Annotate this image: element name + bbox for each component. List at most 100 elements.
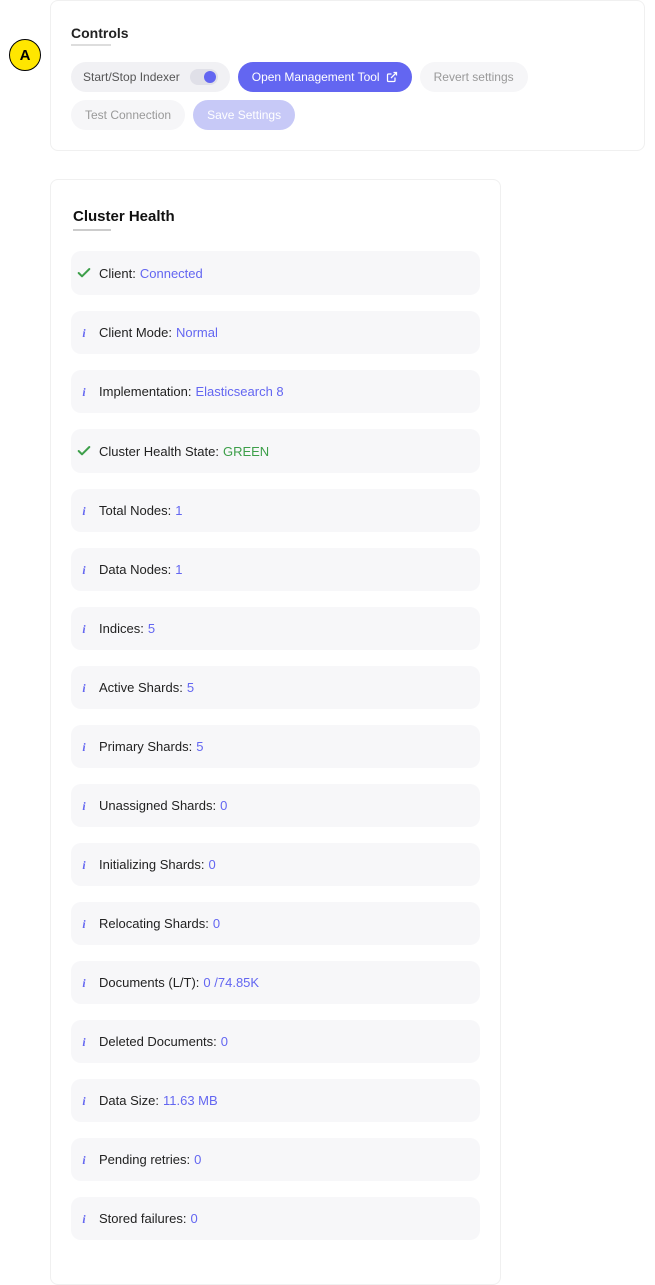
open-management-tool-button[interactable]: Open Management Tool [238,62,412,92]
svg-text:i: i [82,386,86,399]
health-item: i Unassigned Shards: 0 [71,784,480,827]
health-item-label: Active Shards: [99,680,183,695]
health-item-value: 0 [221,1034,228,1049]
health-item: i Data Size: 11.63 MB [71,1079,480,1122]
svg-text:i: i [82,1036,86,1049]
info-icon: i [73,504,95,518]
toggle-label: Start/Stop Indexer [83,70,180,84]
svg-text:i: i [82,859,86,872]
save-settings-button[interactable]: Save Settings [193,100,295,130]
health-item-value: 5 [196,739,203,754]
health-item-label: Stored failures: [99,1211,186,1226]
external-link-icon [386,71,398,83]
svg-text:i: i [82,1213,86,1226]
info-icon: i [73,799,95,813]
info-icon: i [73,563,95,577]
health-item-label: Cluster Health State: [99,444,219,459]
health-item-label: Unassigned Shards: [99,798,216,813]
svg-text:i: i [82,918,86,931]
health-item: i Documents (L/T): 0 /74.85K [71,961,480,1004]
health-item-label: Total Nodes: [99,503,171,518]
health-underline [73,229,111,231]
svg-text:i: i [82,564,86,577]
svg-text:i: i [82,1154,86,1167]
cluster-health-panel: Cluster Health Client: Connected i Client M… [50,179,501,1285]
health-item-value: Normal [176,325,218,340]
info-icon: i [73,858,95,872]
health-item-value: 0 /74.85K [203,975,259,990]
svg-text:i: i [82,623,86,636]
svg-text:i: i [82,1095,86,1108]
health-item-value: 1 [175,503,182,518]
svg-text:i: i [82,977,86,990]
health-item-label: Initializing Shards: [99,857,205,872]
revert-settings-button[interactable]: Revert settings [420,62,528,92]
health-item-value: GREEN [223,444,269,459]
health-item: i Relocating Shards: 0 [71,902,480,945]
health-item-value: 0 [194,1152,201,1167]
info-icon: i [73,1212,95,1226]
svg-text:i: i [82,741,86,754]
health-item-value: Connected [140,266,203,281]
check-icon [73,443,95,459]
toggle-switch[interactable] [190,69,218,85]
info-icon: i [73,1035,95,1049]
health-item-value: 0 [220,798,227,813]
health-item-label: Data Nodes: [99,562,171,577]
health-item: i Active Shards: 5 [71,666,480,709]
health-item-label: Implementation: [99,384,192,399]
health-item: i Data Nodes: 1 [71,548,480,591]
info-icon: i [73,622,95,636]
controls-panel: A Controls Start/Stop Indexer Open Manag… [50,0,645,151]
health-item-value: 0 [213,916,220,931]
health-item: i Stored failures: 0 [71,1197,480,1240]
health-item: Client: Connected [71,251,480,295]
health-item-value: 5 [148,621,155,636]
health-title: Cluster Health [73,208,480,225]
health-item-label: Client Mode: [99,325,172,340]
health-item-value: 1 [175,562,182,577]
info-icon: i [73,681,95,695]
annotation-marker: A [9,39,41,71]
health-item-value: 5 [187,680,194,695]
health-item: i Total Nodes: 1 [71,489,480,532]
info-icon: i [73,917,95,931]
controls-row: Start/Stop Indexer Open Management Tool … [71,62,624,130]
health-item: i Pending retries: 0 [71,1138,480,1181]
health-list: Client: Connected i Client Mode: Normal i Impl… [71,251,480,1240]
test-connection-button[interactable]: Test Connection [71,100,185,130]
title-underline [71,44,111,46]
svg-text:i: i [82,682,86,695]
health-item: i Implementation: Elasticsearch 8 [71,370,480,413]
health-item-label: Deleted Documents: [99,1034,217,1049]
info-icon: i [73,385,95,399]
health-item-label: Pending retries: [99,1152,190,1167]
health-item-value: Elasticsearch 8 [196,384,284,399]
open-tool-label: Open Management Tool [252,70,380,84]
info-icon: i [73,740,95,754]
health-item-label: Indices: [99,621,144,636]
toggle-knob [204,71,216,83]
health-item-value: 11.63 MB [163,1093,218,1108]
info-icon: i [73,1094,95,1108]
health-item-label: Primary Shards: [99,739,192,754]
svg-text:i: i [82,327,86,340]
info-icon: i [73,326,95,340]
health-item-value: 0 [190,1211,197,1226]
info-icon: i [73,1153,95,1167]
health-item-value: 0 [209,857,216,872]
start-stop-indexer-toggle[interactable]: Start/Stop Indexer [71,62,230,92]
health-item: i Initializing Shards: 0 [71,843,480,886]
check-icon [73,265,95,281]
health-item: i Client Mode: Normal [71,311,480,354]
health-item-label: Relocating Shards: [99,916,209,931]
health-item-label: Client: [99,266,136,281]
health-item-label: Documents (L/T): [99,975,199,990]
health-item: i Deleted Documents: 0 [71,1020,480,1063]
controls-title: Controls [71,25,624,41]
info-icon: i [73,976,95,990]
svg-text:i: i [82,800,86,813]
health-item: i Indices: 5 [71,607,480,650]
health-item-label: Data Size: [99,1093,159,1108]
health-item: i Primary Shards: 5 [71,725,480,768]
